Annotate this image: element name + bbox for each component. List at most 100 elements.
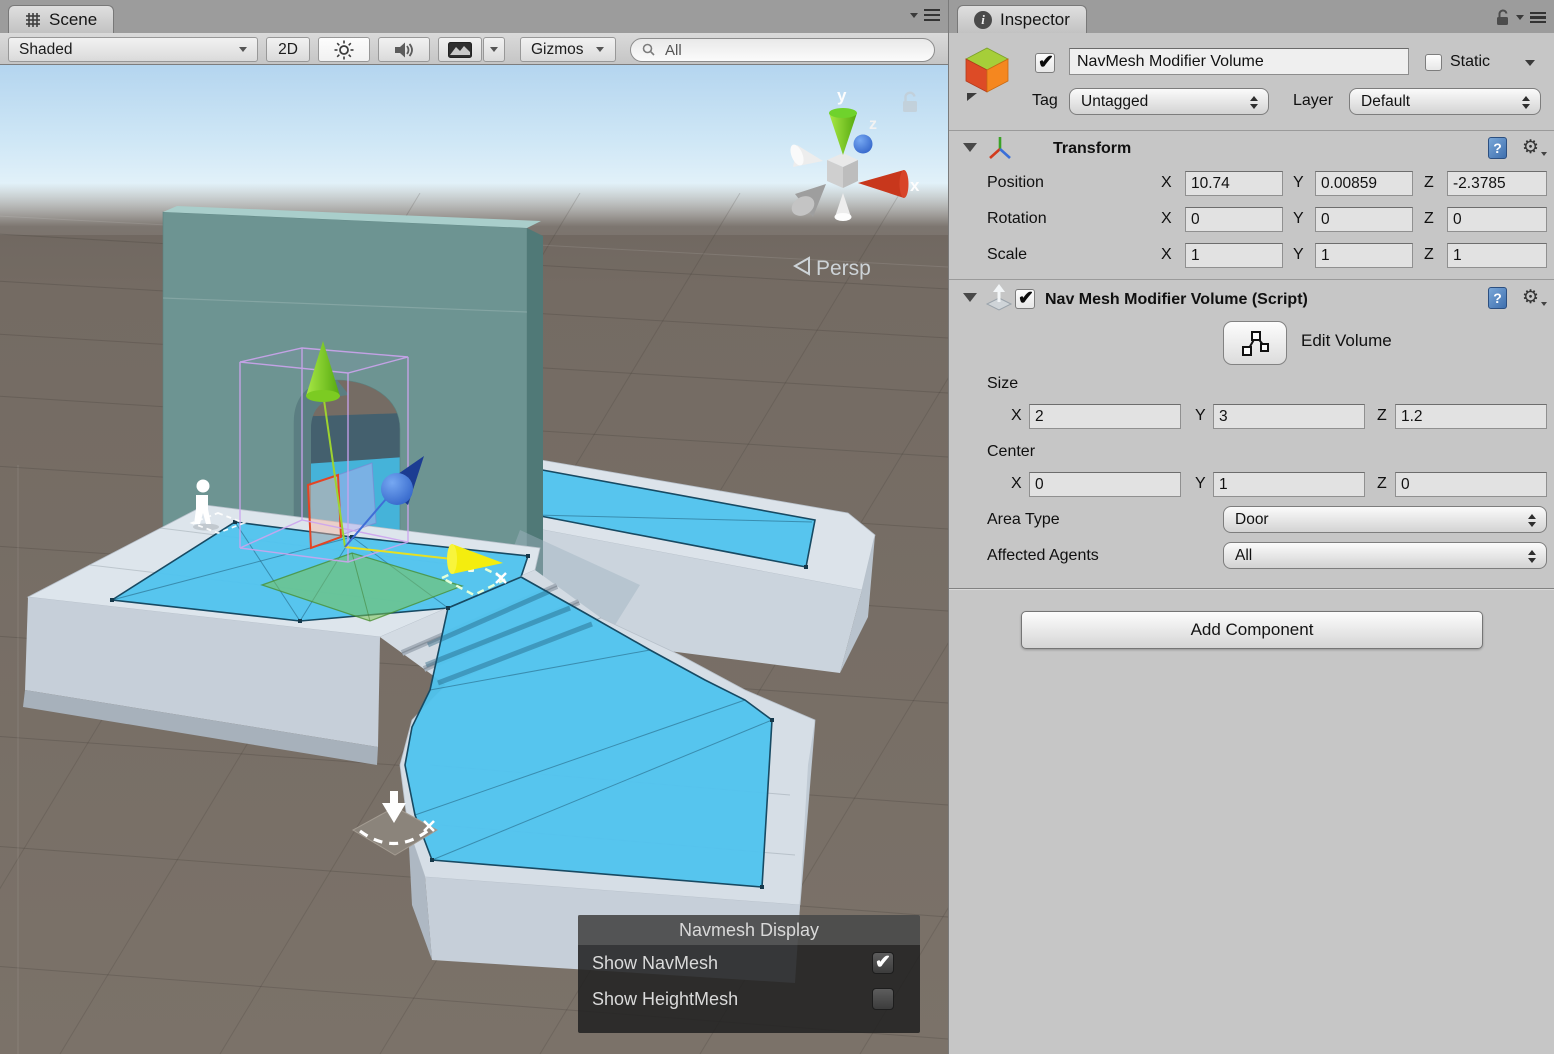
show-heightmesh-checkbox[interactable] [872,988,894,1010]
axis-y-label: Y [1293,210,1304,228]
scene-panel: Scene Shaded 2D [0,0,948,1054]
position-z-field[interactable]: -2.3785 [1447,171,1547,196]
lighting-toggle-button[interactable] [318,37,370,62]
search-value: All [665,42,682,59]
position-x-field[interactable]: 10.74 [1185,171,1283,196]
scale-label: Scale [987,246,1027,264]
gameobject-active-checkbox[interactable] [1035,53,1055,73]
axis-x-label: X [1161,246,1172,264]
modifier-enabled-checkbox[interactable] [1015,289,1035,309]
gear-icon[interactable]: ⚙ [1522,138,1539,157]
tag-label: Tag [1032,92,1058,110]
pane-menu-icon[interactable] [924,9,940,21]
pane-dropdown-icon[interactable] [910,13,918,18]
navmesh-display-title: Navmesh Display [578,915,920,945]
axis-z-label: Z [1424,174,1434,192]
size-z-field[interactable]: 1.2 [1395,404,1547,429]
show-navmesh-checkbox[interactable] [872,952,894,974]
updown-icon [1250,96,1259,109]
help-icon[interactable]: ? [1488,137,1507,159]
gizmos-label: Gizmos [531,41,584,59]
lock-icon[interactable] [1495,9,1510,26]
gear-icon[interactable]: ⚙ [1522,288,1539,307]
layer-dropdown[interactable]: Default [1349,88,1541,115]
center-y-field[interactable]: 1 [1213,472,1365,497]
scale-x-field[interactable]: 1 [1185,243,1283,268]
show-navmesh-label: Show NavMesh [592,953,718,974]
audio-toggle-button[interactable] [378,37,430,62]
position-y-field[interactable]: 0.00859 [1315,171,1413,196]
rotation-x-field[interactable]: 0 [1185,207,1283,232]
add-component-label: Add Component [1191,620,1314,640]
help-icon[interactable]: ? [1488,287,1507,309]
transform-title: Transform [1053,140,1131,158]
gameobject-cube-icon[interactable] [963,45,1013,101]
updown-icon [1528,550,1537,563]
axis-x-label: X [1161,210,1172,228]
effects-dropdown-button[interactable] [483,37,505,62]
pane-dropdown-icon[interactable] [1516,15,1524,20]
effects-toggle-button[interactable] [438,37,482,62]
tag-value: Untagged [1081,93,1148,110]
static-dropdown-icon[interactable] [1525,60,1535,66]
inspector-panel: i Inspector Stati [948,0,1554,1054]
area-type-dropdown[interactable]: Door [1223,506,1547,533]
shading-mode-dropdown[interactable]: Shaded [8,37,258,62]
axis-z-label: Z [1424,246,1434,264]
center-label: Center [987,443,1035,461]
pane-menu-icon[interactable] [1530,12,1546,24]
scale-z-field[interactable]: 1 [1447,243,1547,268]
affected-agents-value: All [1235,547,1252,564]
updown-icon [1522,96,1531,109]
affected-agents-dropdown[interactable]: All [1223,542,1547,569]
info-icon: i [974,11,992,29]
edit-volume-button[interactable] [1223,321,1287,365]
projection-label[interactable]: Persp [816,257,871,280]
modifier-title: Nav Mesh Modifier Volume (Script) [1045,291,1308,309]
center-x-field[interactable]: 0 [1029,472,1181,497]
center-z-field[interactable]: 0 [1395,472,1547,497]
2d-label: 2D [278,41,298,59]
tab-inspector[interactable]: i Inspector [957,5,1087,33]
layer-value: Default [1361,93,1410,110]
navmesh-modifier-icon [985,283,1013,311]
chevron-down-icon [239,47,247,52]
z-axis-ball[interactable] [854,135,873,154]
rotation-y-field[interactable]: 0 [1315,207,1413,232]
show-navmesh-row[interactable]: Show NavMesh [578,945,920,981]
axis-z-label: z [869,116,877,133]
scene-search-input[interactable]: All [630,38,935,62]
area-type-label: Area Type [987,511,1060,529]
chevron-down-icon [596,47,604,52]
scene-viewport[interactable]: y z x Persp Navmesh Display Show NavMesh [0,65,948,1054]
rotation-z-field[interactable]: 0 [1447,207,1547,232]
search-icon [641,42,657,58]
size-x-field[interactable]: 2 [1029,404,1181,429]
transform-foldout[interactable] [963,143,977,152]
navmesh-display-overlay: Navmesh Display Show NavMesh Show Height… [578,915,920,1033]
layer-label: Layer [1293,92,1333,110]
axis-z-label: Z [1424,210,1434,228]
modifier-foldout[interactable] [963,293,977,302]
gameobject-name-field[interactable] [1069,48,1409,75]
scale-y-field[interactable]: 1 [1315,243,1413,268]
tab-scene[interactable]: Scene [8,5,114,33]
axis-y-label: y [837,86,847,105]
axis-y-label: Y [1195,407,1206,425]
updown-icon [1528,514,1537,527]
static-checkbox[interactable] [1425,54,1442,71]
axis-x-label: X [1161,174,1172,192]
tag-dropdown[interactable]: Untagged [1069,88,1269,115]
rotation-label: Rotation [987,210,1047,228]
grid-icon [25,12,41,28]
add-component-button[interactable]: Add Component [1021,611,1483,649]
unity-editor-window: Scene Shaded 2D [0,0,1554,1054]
gizmos-dropdown[interactable]: Gizmos [520,37,616,62]
area-type-value: Door [1235,511,1269,528]
axis-z-label: Z [1377,475,1387,493]
size-y-field[interactable]: 3 [1213,404,1365,429]
show-heightmesh-row[interactable]: Show HeightMesh [578,981,920,1017]
static-label: Static [1450,53,1490,71]
2d-toggle-button[interactable]: 2D [266,37,310,62]
axis-y-label: Y [1195,475,1206,493]
